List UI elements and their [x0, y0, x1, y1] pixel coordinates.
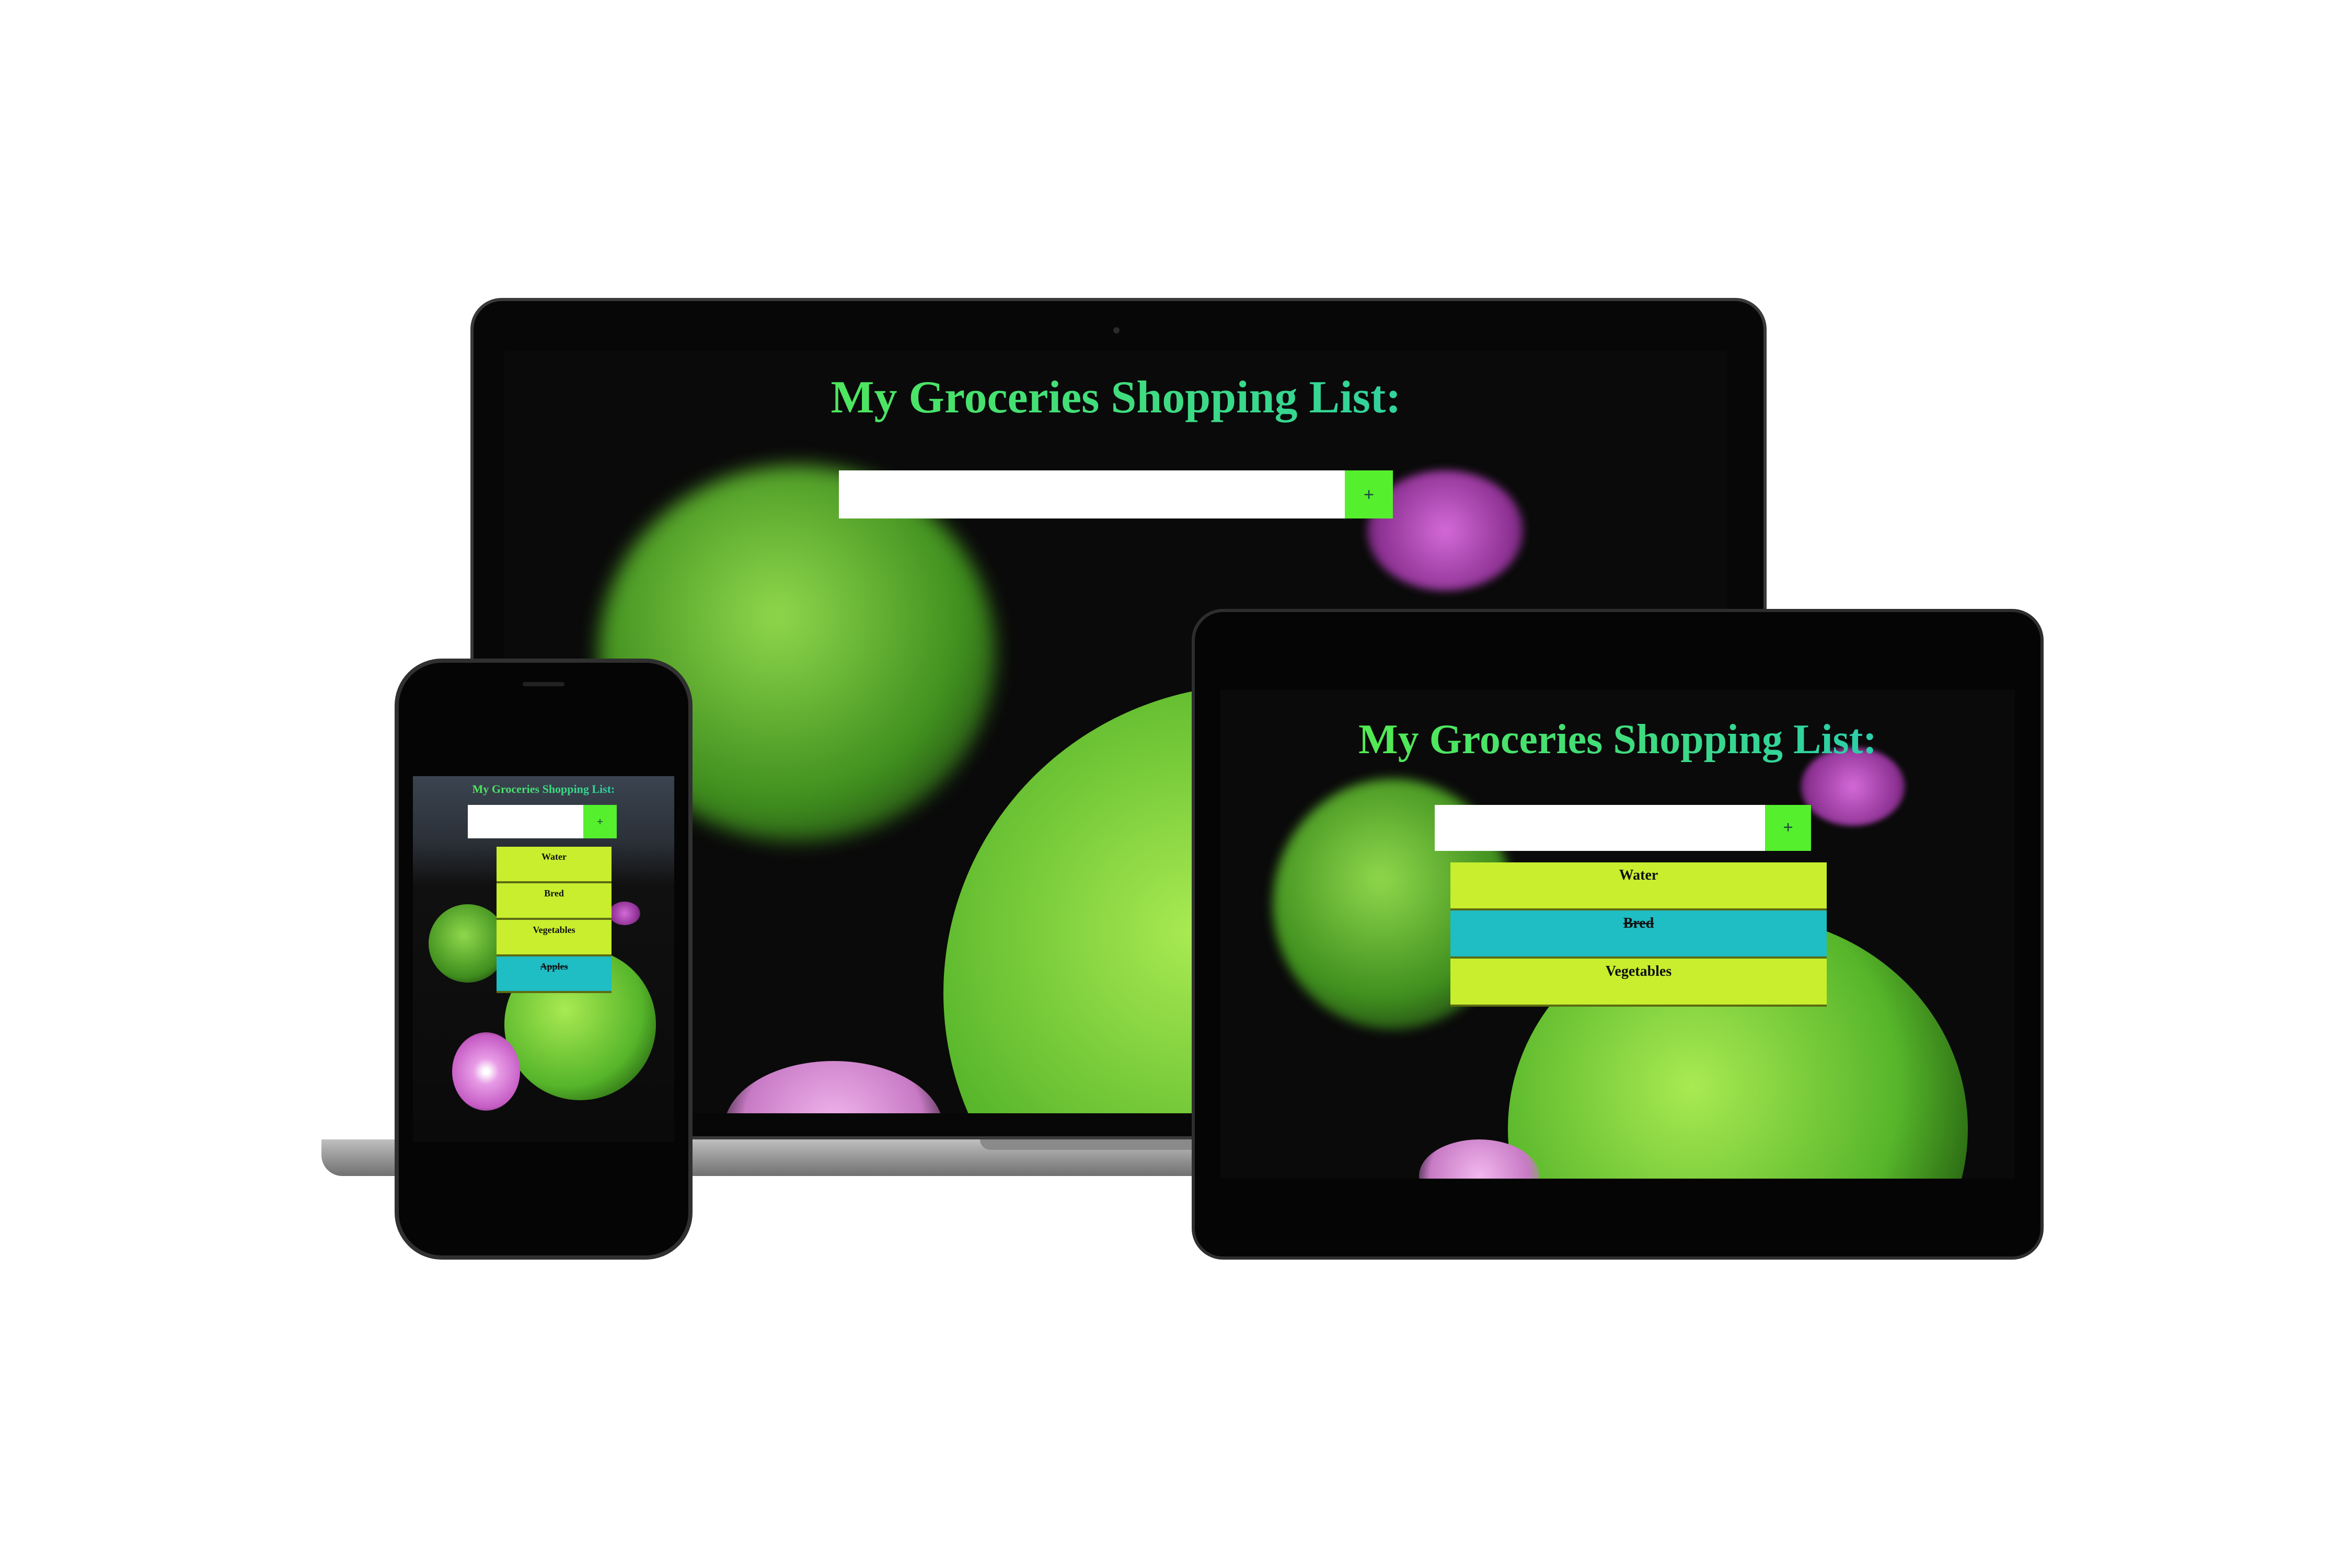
item-input[interactable]: [468, 805, 583, 838]
item-input[interactable]: [1435, 805, 1765, 851]
list-item[interactable]: Bred: [497, 883, 612, 920]
list-item[interactable]: Water: [1450, 862, 1827, 910]
page-title: My Groceries Shopping List:: [413, 782, 674, 796]
camera-icon: [1113, 327, 1120, 333]
grocery-list: Water Bred Vegetables: [1450, 862, 1827, 1007]
add-button[interactable]: +: [1765, 805, 1811, 851]
page-title: My Groceries Shopping List:: [504, 371, 1727, 424]
list-item[interactable]: Apples: [497, 956, 612, 993]
tablet-screen: My Groceries Shopping List: + Water Bred V…: [1220, 690, 2015, 1179]
add-item-form: +: [839, 470, 1393, 518]
item-input[interactable]: [839, 470, 1345, 518]
speaker-icon: [523, 682, 564, 686]
list-item[interactable]: Vegetables: [497, 920, 612, 956]
add-item-form: +: [1435, 805, 1811, 851]
list-item[interactable]: Bred: [1450, 910, 1827, 959]
add-item-form: +: [468, 805, 617, 838]
add-button[interactable]: +: [583, 805, 617, 838]
add-button[interactable]: +: [1345, 470, 1393, 518]
phone-screen: My Groceries Shopping List: + Water Bred V…: [413, 776, 674, 1142]
list-item[interactable]: Vegetables: [1450, 959, 1827, 1007]
grocery-list: Water Bred Vegetables Apples: [497, 847, 612, 993]
page-title: My Groceries Shopping List:: [1220, 716, 2015, 764]
list-item[interactable]: Water: [497, 847, 612, 883]
